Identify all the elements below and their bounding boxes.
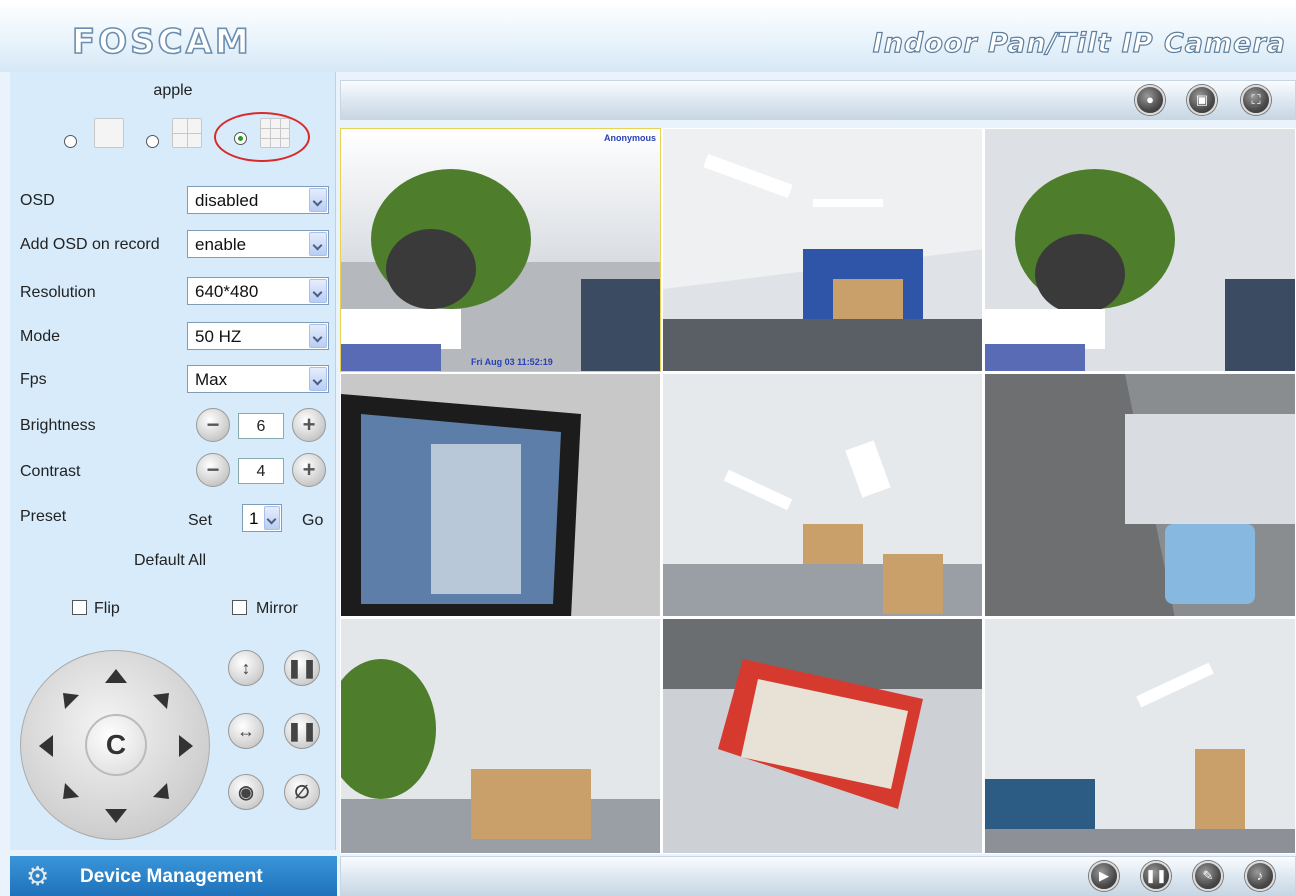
layout-1-radio[interactable]	[64, 135, 77, 148]
default-all-button[interactable]: Default All	[134, 552, 206, 570]
brightness-increase-button[interactable]: +	[292, 408, 326, 442]
single-view-icon	[94, 118, 124, 148]
device-management-label: Device Management	[80, 866, 263, 887]
fps-label: Fps	[20, 371, 47, 388]
bottom-toolbar: ▶ ❚❚ ✎ ♪	[340, 856, 1296, 896]
ptz-upleft-icon	[63, 693, 79, 709]
device-management-menu[interactable]: ⚙ Device Management	[10, 856, 337, 896]
office-image	[985, 619, 1295, 853]
speaker-icon[interactable]: ♪	[1245, 861, 1275, 891]
flip-label: Flip	[94, 600, 120, 617]
osd-overlay-bottom: Fri Aug 03 11:52:19	[471, 357, 553, 367]
ptz-left-icon	[39, 735, 53, 757]
device-name: apple	[153, 82, 193, 99]
vertical-patrol-button[interactable]: ↕	[228, 650, 264, 686]
brightness-decrease-button[interactable]: −	[196, 408, 230, 442]
flip-checkbox[interactable]	[72, 600, 87, 615]
box-image	[663, 619, 982, 853]
mirror-checkbox[interactable]	[232, 600, 247, 615]
stop-horizontal-patrol-button[interactable]: ❚❚	[284, 713, 320, 749]
fps-select[interactable]: Max	[187, 365, 329, 393]
top-toolbar: ● ▣ ⛶	[340, 80, 1296, 120]
video-grid: Anonymous Fri Aug 03 11:52:19	[340, 128, 1296, 854]
contrast-increase-button[interactable]: +	[292, 453, 326, 487]
contrast-label: Contrast	[20, 463, 81, 480]
ptz-up-icon	[105, 669, 127, 683]
osd-label: OSD	[20, 192, 55, 209]
record-icon[interactable]: ●	[1135, 85, 1165, 115]
ir-off-icon[interactable]: ∅	[284, 774, 320, 810]
preset-label: Preset	[20, 508, 67, 525]
brightness-label: Brightness	[20, 417, 96, 434]
fullscreen-icon[interactable]: ⛶	[1241, 85, 1271, 115]
ptz-upright-icon	[153, 693, 169, 709]
play-icon[interactable]: ▶	[1089, 861, 1119, 891]
chevron-down-icon	[264, 506, 280, 530]
layout-selector	[64, 112, 324, 162]
chevron-down-icon	[309, 279, 327, 303]
stop-vertical-patrol-button[interactable]: ❚❚	[284, 650, 320, 686]
video-cell-6[interactable]	[984, 373, 1296, 617]
ptz-right-icon	[179, 735, 193, 757]
ptz-down-icon	[105, 809, 127, 823]
monitor-image	[341, 374, 660, 616]
pause-icon[interactable]: ❚❚	[1141, 861, 1171, 891]
ptz-downright-icon	[153, 783, 169, 799]
preset-select[interactable]: 1	[242, 504, 282, 532]
video-cell-8[interactable]	[662, 618, 983, 854]
video-cell-3[interactable]	[984, 128, 1296, 372]
resolution-select[interactable]: 640*480	[187, 277, 329, 305]
layout-4-radio[interactable]	[146, 135, 159, 148]
gear-icon: ⚙	[26, 861, 50, 891]
ptz-downleft-icon	[63, 783, 79, 799]
mirror-label: Mirror	[256, 600, 298, 617]
osd-select[interactable]: disabled	[187, 186, 329, 214]
office-image	[663, 129, 982, 371]
video-cell-2[interactable]	[662, 128, 983, 372]
left-control-panel: apple OSD disabled Add OSD on record ena…	[10, 72, 336, 850]
snapshot-icon[interactable]: ▣	[1187, 85, 1217, 115]
video-cell-1[interactable]: Anonymous Fri Aug 03 11:52:19	[340, 128, 661, 372]
add-osd-label: Add OSD on record	[20, 236, 160, 253]
ceiling-image	[663, 374, 982, 616]
plant-image	[341, 169, 660, 371]
header-bar: FOSCAM Indoor Pan/Tilt IP Camera	[0, 0, 1296, 72]
preset-set-button[interactable]: Set	[188, 512, 212, 530]
horizontal-patrol-button[interactable]: ↔	[228, 713, 264, 749]
ptz-center-button[interactable]: C	[85, 714, 147, 776]
video-cell-5[interactable]	[662, 373, 983, 617]
video-cell-9[interactable]	[984, 618, 1296, 854]
contrast-decrease-button[interactable]: −	[196, 453, 230, 487]
add-osd-select[interactable]: enable	[187, 230, 329, 258]
mode-label: Mode	[20, 328, 61, 345]
resolution-label: Resolution	[20, 284, 96, 301]
preset-go-button[interactable]: Go	[302, 512, 323, 530]
video-cell-4[interactable]	[340, 373, 661, 617]
video-cell-7[interactable]	[340, 618, 661, 854]
ptz-control-pad: C	[20, 650, 210, 840]
quad-view-icon	[172, 118, 202, 148]
product-title: Indoor Pan/Tilt IP Camera	[872, 27, 1286, 59]
bag-image	[985, 374, 1295, 616]
chevron-down-icon	[309, 232, 327, 256]
red-highlight-circle	[214, 112, 310, 162]
foscam-logo: FOSCAM	[71, 21, 252, 63]
contrast-value: 4	[238, 458, 284, 484]
chevron-down-icon	[309, 367, 327, 391]
mode-select[interactable]: 50 HZ	[187, 322, 329, 350]
ir-on-icon[interactable]: ◉	[228, 774, 264, 810]
microphone-icon[interactable]: ✎	[1193, 861, 1223, 891]
osd-overlay-top: Anonymous	[603, 133, 656, 143]
chevron-down-icon	[309, 188, 327, 212]
brightness-value: 6	[238, 413, 284, 439]
office-image	[341, 619, 660, 853]
chevron-down-icon	[309, 324, 327, 348]
plant-image	[985, 129, 1295, 371]
